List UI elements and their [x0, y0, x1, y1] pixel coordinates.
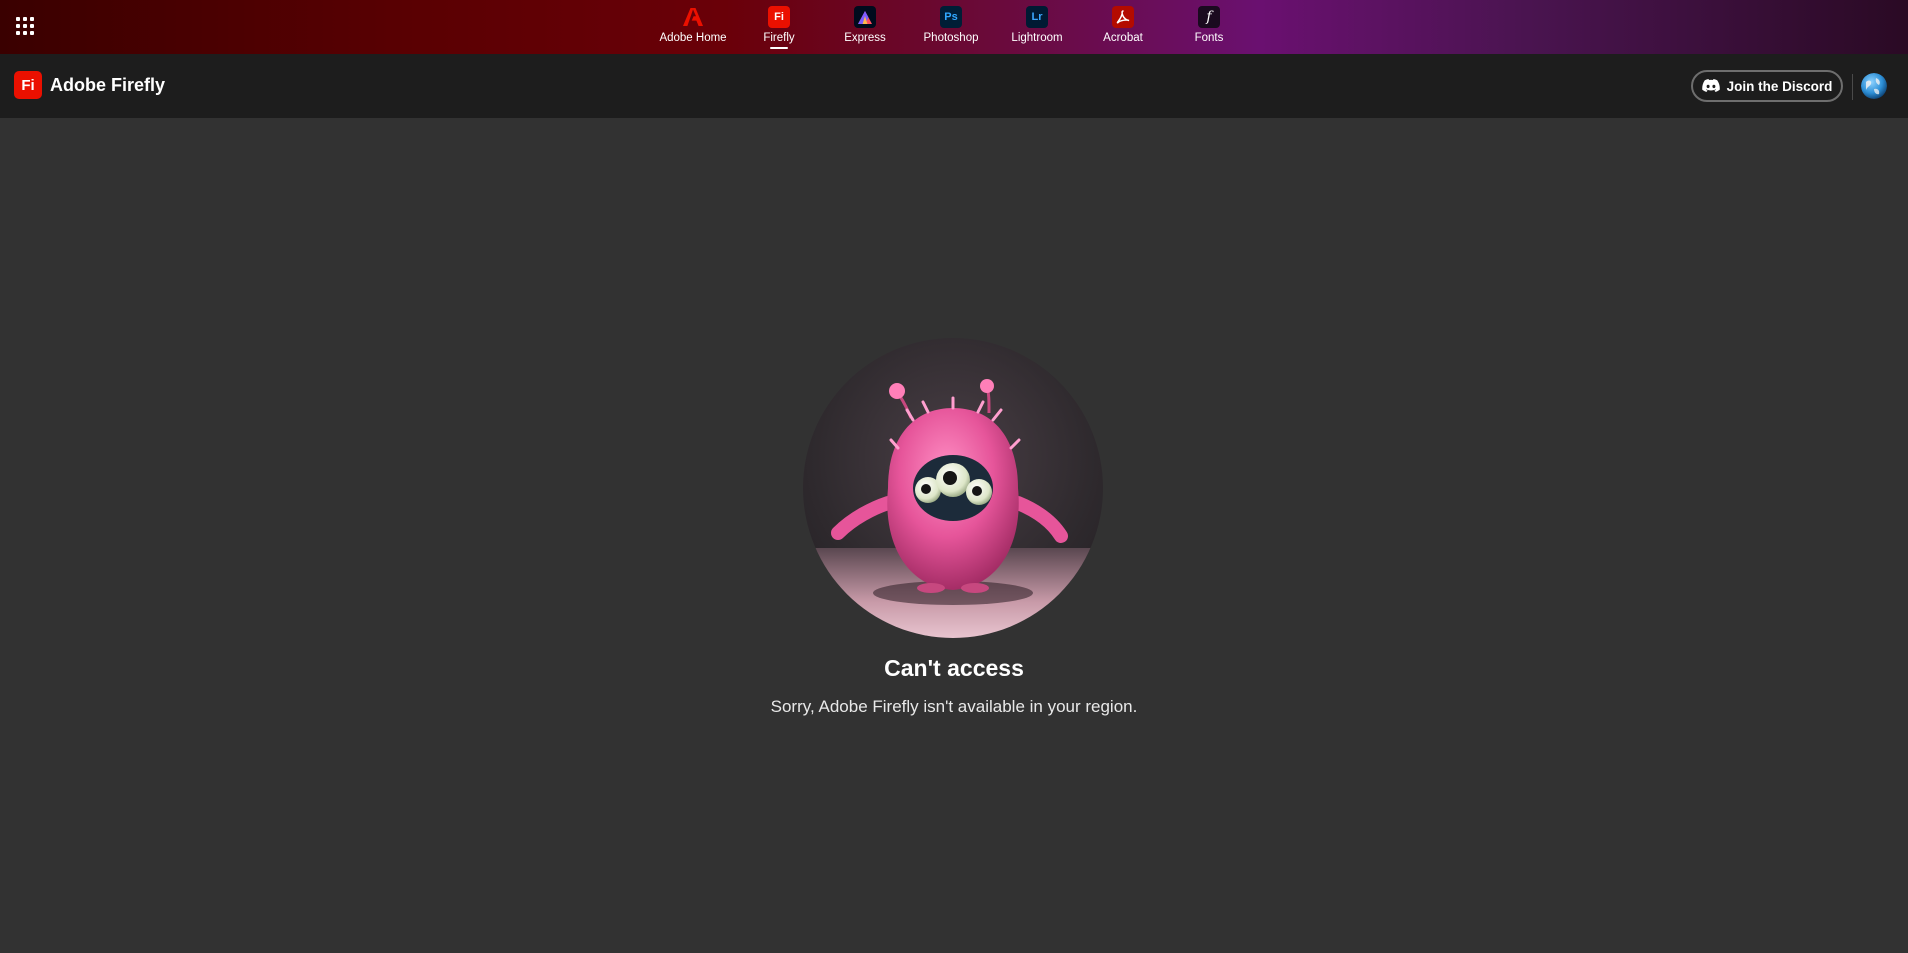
header-divider [1852, 74, 1853, 100]
app-label: Acrobat [1103, 32, 1143, 44]
app-switcher-list: Adobe Home Fi Firefly Express Ps Photosh… [650, 0, 1252, 54]
error-heading: Can't access [884, 655, 1024, 681]
app-grid-icon[interactable] [16, 17, 34, 35]
express-icon [854, 6, 876, 28]
error-message: Sorry, Adobe Firefly isn't available in … [770, 697, 1138, 716]
app-label: Photoshop [923, 32, 979, 44]
brand-link[interactable]: Fi Adobe Firefly [14, 71, 165, 99]
app-label: Adobe Home [659, 32, 727, 44]
app-firefly[interactable]: Fi Firefly [736, 0, 822, 54]
firefly-logo: Fi [14, 71, 42, 99]
photoshop-app-icon: Ps [940, 6, 962, 28]
app-label: Firefly [763, 32, 795, 44]
brand-title: Adobe Firefly [50, 74, 166, 95]
adobe-icon [682, 6, 704, 28]
app-switcher-bar: Adobe Home Fi Firefly Express Ps Photosh… [0, 0, 1908, 54]
user-avatar[interactable] [1861, 73, 1887, 99]
app-express[interactable]: Express [822, 0, 908, 54]
firefly-header: Fi Adobe Firefly Join the Discord [0, 54, 1908, 118]
discord-button-label: Join the Discord [1726, 78, 1833, 94]
app-acrobat[interactable]: Acrobat [1080, 0, 1166, 54]
main-content: Can't access Sorry, Adobe Firefly isn't … [0, 118, 1908, 953]
firefly-app-icon: Fi [768, 6, 790, 28]
lightroom-app-icon: Lr [1026, 6, 1048, 28]
app-fonts[interactable]: f Fonts [1166, 0, 1252, 54]
app-label: Express [844, 32, 886, 44]
acrobat-icon [1112, 6, 1134, 28]
app-label: Fonts [1194, 32, 1224, 44]
join-discord-button[interactable]: Join the Discord [1691, 70, 1843, 102]
app-label: Lightroom [1011, 32, 1063, 44]
fonts-app-icon: f [1198, 6, 1220, 28]
discord-icon [1701, 79, 1720, 92]
app-adobe-home[interactable]: Adobe Home [650, 0, 736, 54]
monster-illustration [803, 338, 1103, 638]
app-lightroom[interactable]: Lr Lightroom [994, 0, 1080, 54]
app-photoshop[interactable]: Ps Photoshop [908, 0, 994, 54]
selected-indicator [770, 47, 788, 49]
